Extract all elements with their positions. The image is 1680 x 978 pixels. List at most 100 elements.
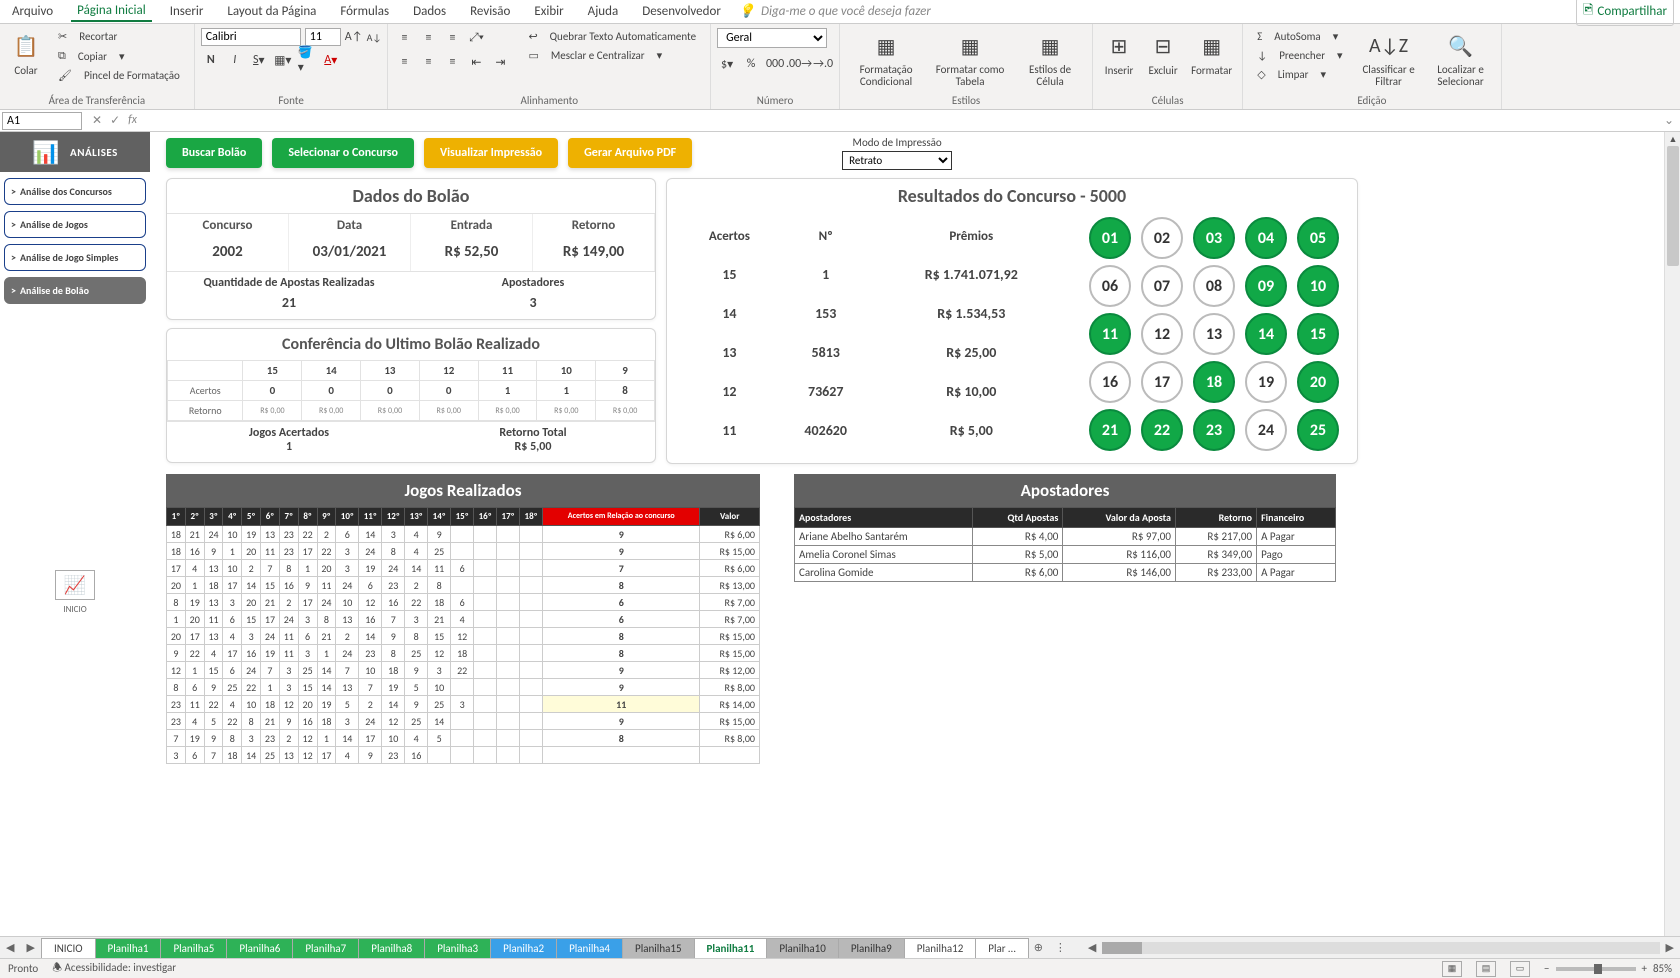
- sheet-tab-Planilha11[interactable]: Planilha11: [694, 938, 768, 960]
- merge-center-button[interactable]: ▭Mesclar e Centralizar ▾: [520, 47, 704, 64]
- visualizar-impressao-button[interactable]: Visualizar Impressão: [424, 138, 558, 168]
- align-left-button[interactable]: ≡: [394, 52, 414, 72]
- print-mode-select[interactable]: Retrato: [842, 151, 952, 170]
- hscroll-right-button[interactable]: ▶: [1660, 941, 1680, 954]
- align-right-button[interactable]: ≡: [442, 52, 462, 72]
- sheet-tab-Planilha10[interactable]: Planilha10: [766, 938, 839, 958]
- increase-font-button[interactable]: A↑: [345, 30, 363, 44]
- percent-button[interactable]: %: [741, 54, 761, 74]
- menu-arquivo[interactable]: Arquivo: [6, 2, 59, 21]
- paste-button[interactable]: 📋 Colar: [6, 28, 46, 79]
- cell-styles-button[interactable]: ▦Estilos de Célula: [1014, 28, 1086, 90]
- font-family-select[interactable]: [201, 28, 301, 46]
- hscroll-thumb[interactable]: [1102, 942, 1142, 954]
- sheet-tab-Planilha6[interactable]: Planilha6: [226, 938, 293, 958]
- sheet-tab-Planilha7[interactable]: Planilha7: [292, 938, 359, 958]
- align-middle-button[interactable]: ≡: [418, 28, 438, 48]
- sheet-tab-INICIO[interactable]: INICIO: [41, 938, 96, 958]
- share-button[interactable]: 🖻 Compartilhar: [1576, 0, 1674, 26]
- view-page-layout-button[interactable]: ▤: [1476, 961, 1496, 977]
- align-bottom-button[interactable]: ≡: [442, 28, 462, 48]
- sidebar-analise-jogos[interactable]: >Análise de Jogos: [4, 211, 146, 238]
- sheet-tab-Planilha2[interactable]: Planilha2: [490, 938, 557, 958]
- cut-button[interactable]: ✂Recortar: [50, 28, 188, 45]
- fx-button[interactable]: fx: [128, 113, 137, 128]
- format-cells-button[interactable]: ▦Formatar: [1187, 28, 1236, 79]
- menu-revisao[interactable]: Revisão: [464, 2, 516, 21]
- view-normal-button[interactable]: ▦: [1442, 961, 1462, 977]
- gerar-pdf-button[interactable]: Gerar Arquivo PDF: [568, 138, 692, 168]
- menu-dados[interactable]: Dados: [407, 2, 452, 21]
- hscroll-left-button[interactable]: ◀: [1082, 941, 1102, 954]
- increase-indent-button[interactable]: ⇥: [490, 52, 510, 72]
- sheet-nav-next[interactable]: ▶: [20, 941, 40, 954]
- zoom-level[interactable]: 85%: [1653, 962, 1672, 975]
- menu-formulas[interactable]: Fórmulas: [334, 2, 395, 21]
- zoom-slider[interactable]: [1556, 967, 1636, 971]
- horizontal-scrollbar[interactable]: ◀ ▶: [1082, 941, 1680, 954]
- sidebar-analise-jogo-simples[interactable]: >Análise de Jogo Simples: [4, 244, 146, 271]
- menu-desenvolvedor[interactable]: Desenvolvedor: [636, 2, 727, 21]
- buscar-bolao-button[interactable]: Buscar Bolão: [166, 138, 262, 168]
- bold-button[interactable]: N: [201, 50, 221, 70]
- conditional-formatting-button[interactable]: ▦Formatação Condicional: [846, 28, 926, 90]
- sheet-tab-Planilha5[interactable]: Planilha5: [160, 938, 227, 958]
- view-page-break-button[interactable]: ▭: [1510, 961, 1530, 977]
- format-painter-button[interactable]: 🖌Pincel de Formatação: [50, 67, 188, 84]
- selecionar-concurso-button[interactable]: Selecionar o Concurso: [272, 138, 414, 168]
- inicio-button[interactable]: 📈 INICIO: [0, 570, 150, 615]
- borders-button[interactable]: ▦▾: [273, 50, 293, 70]
- font-color-button[interactable]: A▾: [321, 50, 341, 70]
- sheet-nav-prev[interactable]: ◀: [0, 941, 20, 954]
- clear-button[interactable]: ◇Limpar ▾: [1249, 66, 1350, 83]
- wrap-text-button[interactable]: ↩Quebrar Texto Automaticamente: [520, 28, 704, 45]
- font-size-select[interactable]: [305, 28, 341, 46]
- menu-pagina-inicial[interactable]: Página Inicial: [71, 1, 152, 22]
- copy-button[interactable]: ⧉Copiar ▾: [50, 47, 188, 65]
- align-center-button[interactable]: ≡: [418, 52, 438, 72]
- find-select-button[interactable]: 🔍Localizar e Selecionar: [1427, 28, 1495, 90]
- sheet-tab-Planilha1[interactable]: Planilha1: [95, 938, 162, 958]
- sheet-tab-Planilha4[interactable]: Planilha4: [556, 938, 623, 958]
- zoom-out-button[interactable]: −: [1544, 962, 1549, 975]
- confirm-formula-button[interactable]: ✓: [110, 113, 120, 128]
- currency-button[interactable]: $▾: [717, 54, 737, 74]
- autosum-button[interactable]: ΣAutoSoma ▾: [1249, 28, 1350, 45]
- status-accessibility[interactable]: 🕭 Acessibilidade: investigar: [52, 959, 176, 978]
- sheet-tab-Planilha12[interactable]: Planilha12: [904, 938, 977, 958]
- italic-button[interactable]: I: [225, 50, 245, 70]
- sheet-tab-Planilha15[interactable]: Planilha15: [622, 938, 695, 958]
- fill-color-button[interactable]: 🪣▾: [297, 50, 317, 70]
- orientation-button[interactable]: ⤢▾: [466, 28, 486, 48]
- fill-button[interactable]: ↓Preencher ▾: [1249, 47, 1350, 64]
- decrease-decimal-button[interactable]: →.0: [813, 54, 833, 74]
- zoom-in-button[interactable]: +: [1642, 962, 1647, 975]
- menu-exibir[interactable]: Exibir: [528, 2, 569, 21]
- delete-cells-button[interactable]: ⊟Excluir: [1143, 28, 1183, 79]
- tell-me-search[interactable]: 💡 Diga-me o que você deseja fazer: [739, 4, 931, 19]
- decrease-font-button[interactable]: A↓: [367, 31, 382, 44]
- format-as-table-button[interactable]: ▦Formatar como Tabela: [930, 28, 1010, 90]
- sidebar-analise-concursos[interactable]: >Análise dos Concursos: [4, 178, 146, 205]
- sort-filter-button[interactable]: A↓ZClassificar e Filtrar: [1355, 28, 1423, 90]
- scroll-thumb[interactable]: [1667, 146, 1679, 266]
- sheet-tab-Planilha8[interactable]: Planilha8: [358, 938, 425, 958]
- sheet-tab-Planilha9[interactable]: Planilha9: [838, 938, 905, 958]
- new-sheet-button[interactable]: ⊕: [1028, 941, 1049, 954]
- align-top-button[interactable]: ≡: [394, 28, 414, 48]
- expand-formula-bar-button[interactable]: ⌄: [1658, 113, 1680, 128]
- menu-layout[interactable]: Layout da Página: [221, 2, 322, 21]
- vertical-scrollbar[interactable]: ▲ ▼: [1664, 132, 1680, 952]
- decrease-indent-button[interactable]: ⇤: [466, 52, 486, 72]
- menu-inserir[interactable]: Inserir: [164, 2, 210, 21]
- increase-decimal-button[interactable]: .00→: [789, 54, 809, 74]
- number-format-select[interactable]: Geral: [717, 28, 827, 48]
- sheet-tab-Planilha3[interactable]: Planilha3: [424, 938, 491, 958]
- scroll-up-button[interactable]: ▲: [1665, 132, 1680, 146]
- menu-ajuda[interactable]: Ajuda: [582, 2, 625, 21]
- sheet-tab-Plar …[interactable]: Plar …: [975, 938, 1028, 958]
- sidebar-analise-bolao[interactable]: >Análise de Bolão: [4, 277, 146, 304]
- thousands-button[interactable]: 000: [765, 54, 785, 74]
- insert-cells-button[interactable]: ⊞Inserir: [1099, 28, 1139, 79]
- underline-button[interactable]: S▾: [249, 50, 269, 70]
